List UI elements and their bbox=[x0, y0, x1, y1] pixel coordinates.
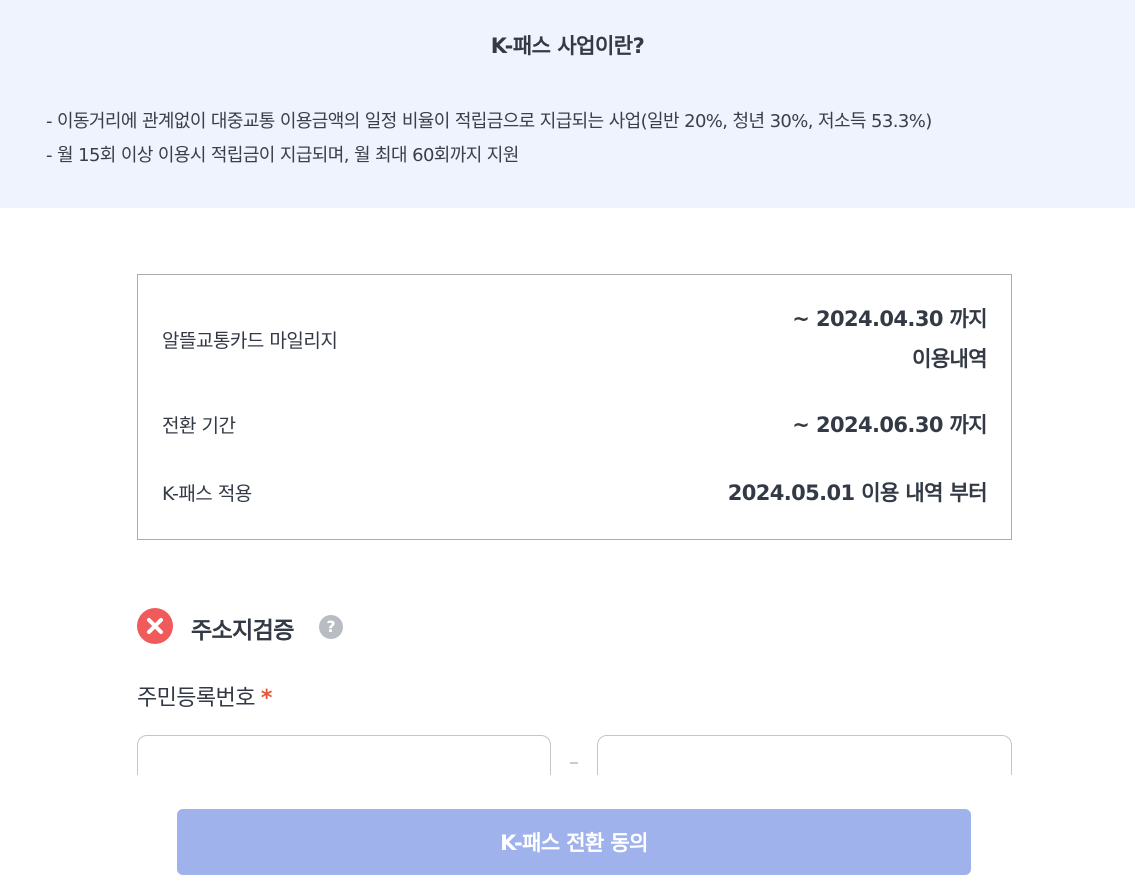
mileage-label: 알뜰교통카드 마일리지 bbox=[162, 330, 338, 352]
rrn-label-text: 주민등록번호 bbox=[137, 686, 255, 711]
period-info-box: 알뜰교통카드 마일리지 ~ 2024.04.30 까지 이용내역 전환 기간 ~… bbox=[137, 274, 1012, 540]
required-mark: * bbox=[260, 686, 273, 711]
kpass-apply-value: 2024.05.01 이용 내역 부터 bbox=[727, 481, 988, 505]
kpass-agree-button[interactable]: K-패스 전환 동의 bbox=[177, 809, 971, 875]
conversion-row: 전환 기간 ~ 2024.06.30 까지 bbox=[162, 405, 988, 445]
question-circle-icon[interactable]: ? bbox=[319, 615, 343, 639]
kpass-apply-row: K-패스 적용 2024.05.01 이용 내역 부터 bbox=[162, 473, 988, 513]
mileage-value: ~ 2024.04.30 까지 이용내역 bbox=[792, 299, 987, 379]
address-verification-label: 주소지검증 bbox=[191, 618, 294, 644]
mileage-value-date: ~ 2024.04.30 까지 bbox=[792, 307, 987, 331]
mileage-row: 알뜰교통카드 마일리지 ~ 2024.04.30 까지 이용내역 bbox=[162, 299, 988, 379]
info-title: K-패스 사업이란? bbox=[490, 34, 645, 58]
rrn-label: 주민등록번호 * bbox=[137, 680, 272, 712]
info-description: - 이동거리에 관계없이 대중교통 이용금액의 일정 비율이 적립금으로 지급되… bbox=[46, 105, 932, 173]
conversion-value: ~ 2024.06.30 까지 bbox=[792, 413, 987, 437]
mileage-value-desc: 이용내역 bbox=[912, 347, 987, 371]
kpass-apply-label: K-패스 적용 bbox=[162, 483, 252, 505]
x-circle-icon bbox=[137, 608, 173, 644]
info-line-rate: - 이동거리에 관계없이 대중교통 이용금액의 일정 비율이 적립금으로 지급되… bbox=[46, 111, 932, 132]
info-line-usage: - 월 15회 이상 이용시 적립금이 지급되며, 월 최대 60회까지 지원 bbox=[46, 145, 519, 166]
rrn-separator bbox=[570, 762, 578, 764]
info-banner: K-패스 사업이란? - 이동거리에 관계없이 대중교통 이용금액의 일정 비율… bbox=[0, 0, 1135, 208]
page: K-패스 사업이란? - 이동거리에 관계없이 대중교통 이용금액의 일정 비율… bbox=[0, 0, 1135, 892]
conversion-label: 전환 기간 bbox=[162, 415, 236, 437]
